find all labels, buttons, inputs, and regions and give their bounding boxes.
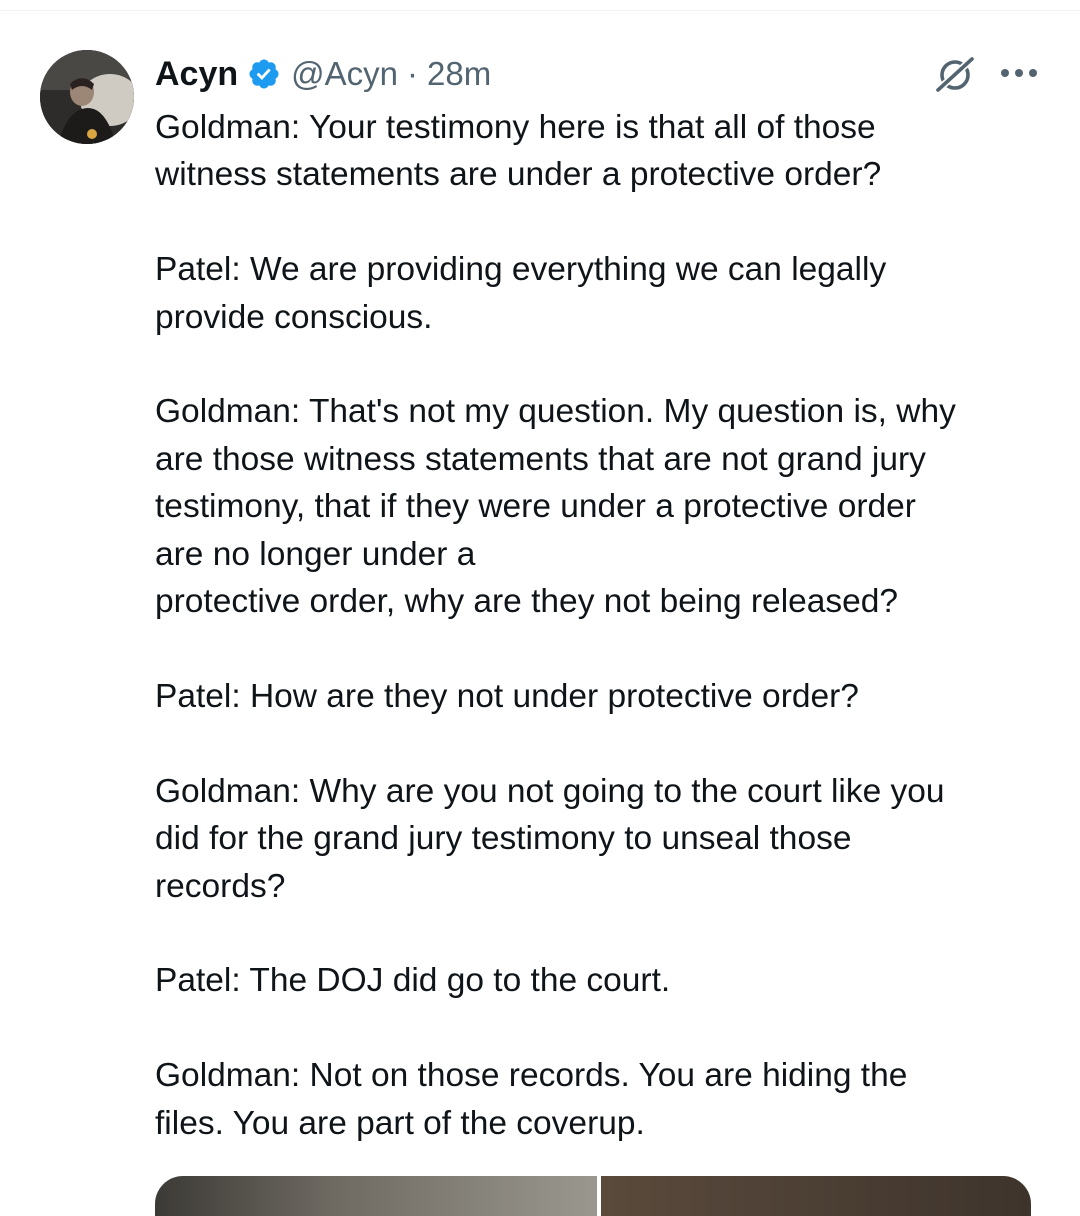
more-horizontal-icon [1001, 69, 1037, 77]
media-image-right[interactable] [601, 1176, 1031, 1216]
grok-icon [934, 55, 976, 94]
author-display-name[interactable]: Acyn [155, 55, 238, 94]
header-separator: · [407, 55, 419, 92]
avatar-image [40, 50, 134, 144]
media-image-left[interactable] [155, 1176, 597, 1216]
grok-button[interactable] [933, 54, 976, 94]
tweet-media-preview[interactable] [155, 1176, 1031, 1216]
more-options-button[interactable] [999, 60, 1039, 86]
author-handle[interactable]: @Acyn [291, 55, 398, 93]
tweet-header: Acyn @Acyn · 28m [155, 52, 491, 96]
author-avatar[interactable] [40, 50, 134, 144]
tweet-body-text: Goldman: Your testimony here is that all… [155, 109, 956, 1142]
verified-badge-icon [249, 59, 279, 89]
top-divider [0, 10, 1080, 11]
tweet-timestamp[interactable]: 28m [427, 55, 491, 93]
